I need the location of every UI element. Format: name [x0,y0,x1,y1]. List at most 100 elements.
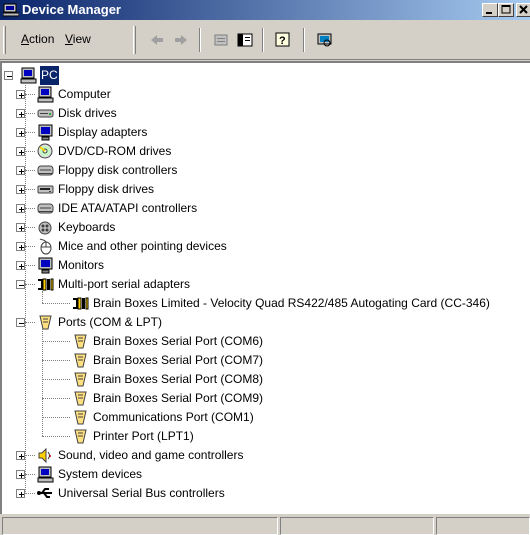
tree-connector [42,360,70,361]
tree-connector [42,398,70,399]
svg-text:?: ? [279,35,286,47]
tree-connector [25,113,35,114]
serial-adapter-icon [37,276,54,293]
tree-connector [42,303,70,304]
maximize-button[interactable] [498,3,514,17]
serial-adapter-icon [72,295,89,312]
collapse-icon[interactable] [16,318,25,327]
toolbar-separator-2 [262,28,264,52]
menu-action-rest: ction [29,32,55,46]
tree-item-label: Brain Boxes Serial Port (COM7) [93,353,264,367]
tree-connector [25,246,35,247]
tree-item-label: Sound, video and game controllers [58,448,244,462]
tree-item-label: Universal Serial Bus controllers [58,486,225,500]
toolbar-grip-2[interactable] [133,26,136,54]
tree-connector [42,329,43,436]
expand-icon[interactable] [16,242,25,251]
tree-item-label: Brain Boxes Limited - Velocity Quad RS42… [93,296,490,310]
toolbar-separator-3 [303,28,305,52]
port-icon [72,409,89,426]
status-panel-1 [2,517,278,535]
tree-item-label: Brain Boxes Serial Port (COM9) [93,391,264,405]
tree-connector [25,493,35,494]
toolbar-grip[interactable] [3,26,6,54]
show-hide-tree-button[interactable] [234,29,256,51]
title-bar[interactable]: Device Manager [0,0,530,20]
port-icon [72,390,89,407]
disk-drive-icon [37,105,54,122]
scan-hardware-icon [317,33,332,47]
properties-button[interactable] [210,29,232,51]
status-panel-3 [436,517,530,535]
tree-connector [42,417,70,418]
tree-item-label: Multi-port serial adapters [58,277,191,291]
tree-item-label: Brain Boxes Serial Port (COM6) [93,334,264,348]
tree-connector [25,151,35,152]
expand-icon[interactable] [16,128,25,137]
help-button[interactable]: ? [272,29,294,51]
expand-icon[interactable] [16,109,25,118]
expand-icon[interactable] [16,147,25,156]
forward-button[interactable] [170,29,192,51]
close-button[interactable] [516,3,530,17]
tree-item-label: Keyboards [58,220,116,234]
tree-connector [25,94,35,95]
tree-item-label: Printer Port (LPT1) [93,429,194,443]
tree-item-label: Display adapters [58,125,148,139]
monitor-icon [37,124,54,141]
expand-icon[interactable] [16,261,25,270]
collapse-icon[interactable] [16,280,25,289]
tree-item-label: IDE ATA/ATAPI controllers [58,201,198,215]
tree-item-label: Disk drives [58,106,117,120]
minimize-button[interactable] [482,3,498,17]
tree-item-label: Floppy disk drives [58,182,155,196]
tree-item-label: Computer [58,87,111,101]
collapse-icon[interactable] [4,71,13,80]
status-panel-2 [280,517,434,535]
tree-item-label: Brain Boxes Serial Port (COM8) [93,372,264,386]
monitor-icon [37,257,54,274]
tree-connector [25,474,35,475]
back-button[interactable] [146,29,168,51]
properties-icon [214,34,228,46]
device-manager-icon [2,3,20,17]
tree-item-label: Communications Port (COM1) [93,410,254,424]
port-icon [72,333,89,350]
menu-action[interactable]: Action [21,32,54,46]
computer-icon [37,466,54,483]
tree-connector [25,208,35,209]
controller-icon [37,162,54,179]
scan-hardware-button[interactable] [314,29,336,51]
tree-item-label: System devices [58,467,143,481]
forward-icon [175,35,187,45]
expand-icon[interactable] [16,185,25,194]
help-icon: ? [275,32,290,47]
tree-connector [25,132,35,133]
menu-view[interactable]: View [65,32,91,46]
computer-icon [20,67,37,84]
expand-icon[interactable] [16,223,25,232]
speaker-icon [37,447,54,464]
tree-connector [25,83,26,494]
keyboard-icon [37,219,54,236]
tree-connector [25,322,35,323]
tree-connector [25,284,35,285]
menu-view-rest: iew [72,32,91,46]
show-hide-tree-icon [237,33,253,47]
device-tree[interactable]: PC Computer Disk drives Display adapters DVD… [0,61,530,514]
cdrom-icon [37,143,54,160]
port-icon [37,314,54,331]
expand-icon[interactable] [16,470,25,479]
tree-connector [42,341,70,342]
tree-connector [25,265,35,266]
window-title: Device Manager [22,2,121,17]
expand-icon[interactable] [16,204,25,213]
tree-connector [42,379,70,380]
expand-icon[interactable] [16,90,25,99]
tree-connector [42,436,70,437]
tree-item-label: Mice and other pointing devices [58,239,227,253]
expand-icon[interactable] [16,166,25,175]
expand-icon[interactable] [16,489,25,498]
controller-icon [37,200,54,217]
expand-icon[interactable] [16,451,25,460]
